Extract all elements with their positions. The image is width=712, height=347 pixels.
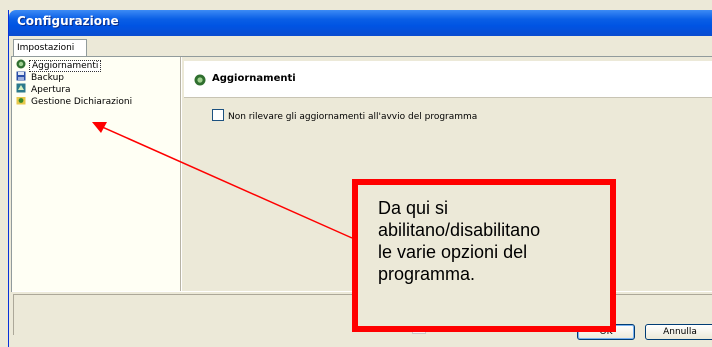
- callout-line-3: le varie opzioni del: [378, 242, 528, 262]
- callout-line-4: programma.: [378, 264, 476, 284]
- callout-line-1: Da qui si: [378, 198, 449, 218]
- annotation-callout: Da qui si abilitano/disabilitano le vari…: [352, 179, 616, 332]
- callout-line-2: abilitano/disabilitano: [378, 220, 541, 240]
